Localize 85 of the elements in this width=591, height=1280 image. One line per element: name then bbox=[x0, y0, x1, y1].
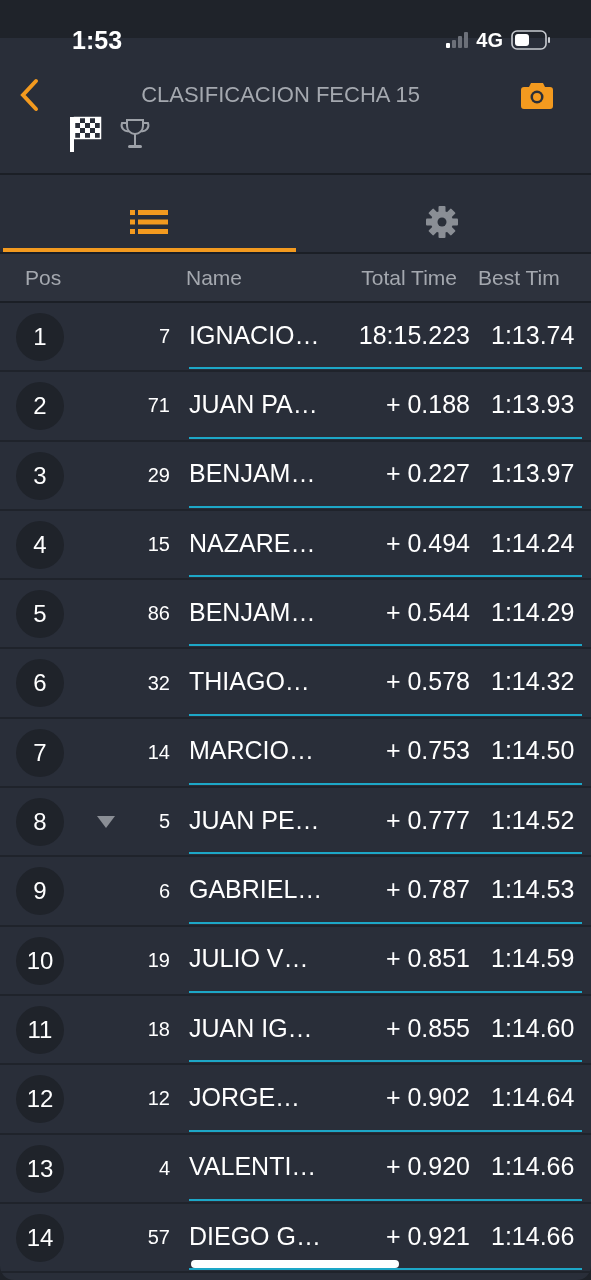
total-time: + 0.787 bbox=[384, 875, 470, 904]
total-time: + 0.777 bbox=[384, 805, 470, 835]
driver-name: THIAGO… bbox=[189, 667, 311, 697]
list-icon bbox=[130, 209, 169, 234]
kart-number: 18 bbox=[146, 1017, 170, 1043]
kart-number: 6 bbox=[157, 878, 170, 904]
network-label: 4G bbox=[476, 28, 503, 52]
kart-number: 4 bbox=[157, 1155, 170, 1181]
total-time: + 0.851 bbox=[384, 944, 470, 974]
position-badge: 1 bbox=[16, 313, 64, 361]
kart-number: 57 bbox=[146, 1225, 170, 1250]
total-time: + 0.227 bbox=[384, 459, 470, 489]
best-time: 1:14.32 bbox=[491, 667, 575, 697]
checkered-flag-icon[interactable] bbox=[69, 116, 103, 152]
driver-name: IGNACIO… bbox=[189, 320, 321, 350]
best-time: 1:14.60 bbox=[491, 1013, 575, 1043]
total-time: + 0.188 bbox=[384, 389, 470, 419]
driver-name: MARCIO… bbox=[189, 736, 315, 766]
position-badge: 5 bbox=[16, 590, 64, 639]
total-time: 18:15.223 bbox=[357, 320, 470, 350]
camera-icon[interactable] bbox=[521, 81, 553, 109]
kart-number: 14 bbox=[146, 739, 170, 765]
position-badge: 7 bbox=[16, 728, 64, 777]
kart-number: 12 bbox=[146, 1086, 170, 1112]
back-icon[interactable] bbox=[18, 78, 40, 112]
best-time: 1:14.50 bbox=[491, 736, 575, 766]
position-badge: 6 bbox=[16, 659, 64, 708]
kart-number: 7 bbox=[157, 324, 170, 350]
best-time: 1:13.74 bbox=[491, 320, 575, 350]
driver-name: BENJAM… bbox=[189, 597, 317, 627]
best-time: 1:13.93 bbox=[491, 389, 575, 419]
kart-number: 15 bbox=[146, 532, 170, 558]
position-badge: 4 bbox=[16, 520, 64, 569]
column-header[interactable]: Name bbox=[186, 265, 311, 290]
screen-title: CLASIFICACION FECHA 15 bbox=[140, 82, 421, 108]
position-badge: 10 bbox=[16, 936, 64, 985]
driver-name: JUAN PE… bbox=[189, 805, 321, 835]
driver-name: DIEGO G… bbox=[189, 1221, 322, 1251]
driver-name: JUAN IG… bbox=[189, 1013, 314, 1043]
position-badge: 14 bbox=[16, 1213, 64, 1262]
driver-name: JULIO V… bbox=[189, 944, 310, 974]
best-time: 1:13.97 bbox=[491, 459, 575, 489]
best-time: 1:14.64 bbox=[491, 1082, 575, 1112]
position-badge: 13 bbox=[16, 1144, 64, 1193]
total-time: + 0.921 bbox=[384, 1221, 470, 1251]
position-badge: 8 bbox=[16, 798, 64, 847]
driver-name: BENJAM… bbox=[189, 459, 317, 489]
clock-time: 1:53 bbox=[72, 25, 123, 56]
driver-name: GABRIEL… bbox=[189, 875, 324, 904]
position-badge: 9 bbox=[16, 867, 64, 916]
position-badge: 12 bbox=[16, 1075, 64, 1124]
driver-name: VALENTI… bbox=[189, 1152, 318, 1182]
kart-number: 32 bbox=[146, 670, 170, 696]
column-header[interactable]: Total Time bbox=[311, 265, 457, 290]
kart-number: 19 bbox=[146, 947, 170, 973]
driver-name: JORGE… bbox=[189, 1082, 302, 1112]
total-time: + 0.920 bbox=[384, 1152, 470, 1182]
trophy-icon[interactable] bbox=[119, 118, 151, 150]
kart-number: 71 bbox=[146, 393, 170, 419]
best-time: 1:14.66 bbox=[491, 1221, 575, 1251]
position-badge: 2 bbox=[16, 382, 64, 431]
driver-name: NAZARE… bbox=[189, 528, 317, 558]
settings-icon bbox=[425, 205, 458, 238]
kart-number: 86 bbox=[146, 601, 170, 627]
total-time: + 0.544 bbox=[384, 597, 470, 627]
best-time: 1:14.52 bbox=[491, 805, 575, 835]
battery-icon bbox=[511, 30, 551, 50]
signal-icon bbox=[446, 32, 469, 48]
driver-name: JUAN PA… bbox=[189, 389, 319, 419]
total-time: + 0.753 bbox=[384, 736, 470, 766]
total-time: + 0.578 bbox=[384, 667, 470, 697]
best-time: 1:14.29 bbox=[491, 597, 575, 627]
position-badge: 3 bbox=[16, 451, 64, 500]
column-header[interactable]: Best Tim bbox=[478, 265, 560, 290]
best-time: 1:14.66 bbox=[491, 1152, 575, 1182]
best-time: 1:14.59 bbox=[491, 944, 575, 974]
total-time: + 0.855 bbox=[384, 1013, 470, 1043]
kart-number: 5 bbox=[157, 809, 170, 835]
total-time: + 0.494 bbox=[384, 528, 470, 558]
total-time: + 0.902 bbox=[384, 1082, 470, 1112]
column-header[interactable]: Pos bbox=[25, 265, 186, 290]
best-time: 1:14.53 bbox=[491, 875, 575, 904]
best-time: 1:14.24 bbox=[491, 528, 575, 558]
kart-number: 29 bbox=[146, 462, 170, 488]
position-badge: 11 bbox=[16, 1005, 64, 1054]
